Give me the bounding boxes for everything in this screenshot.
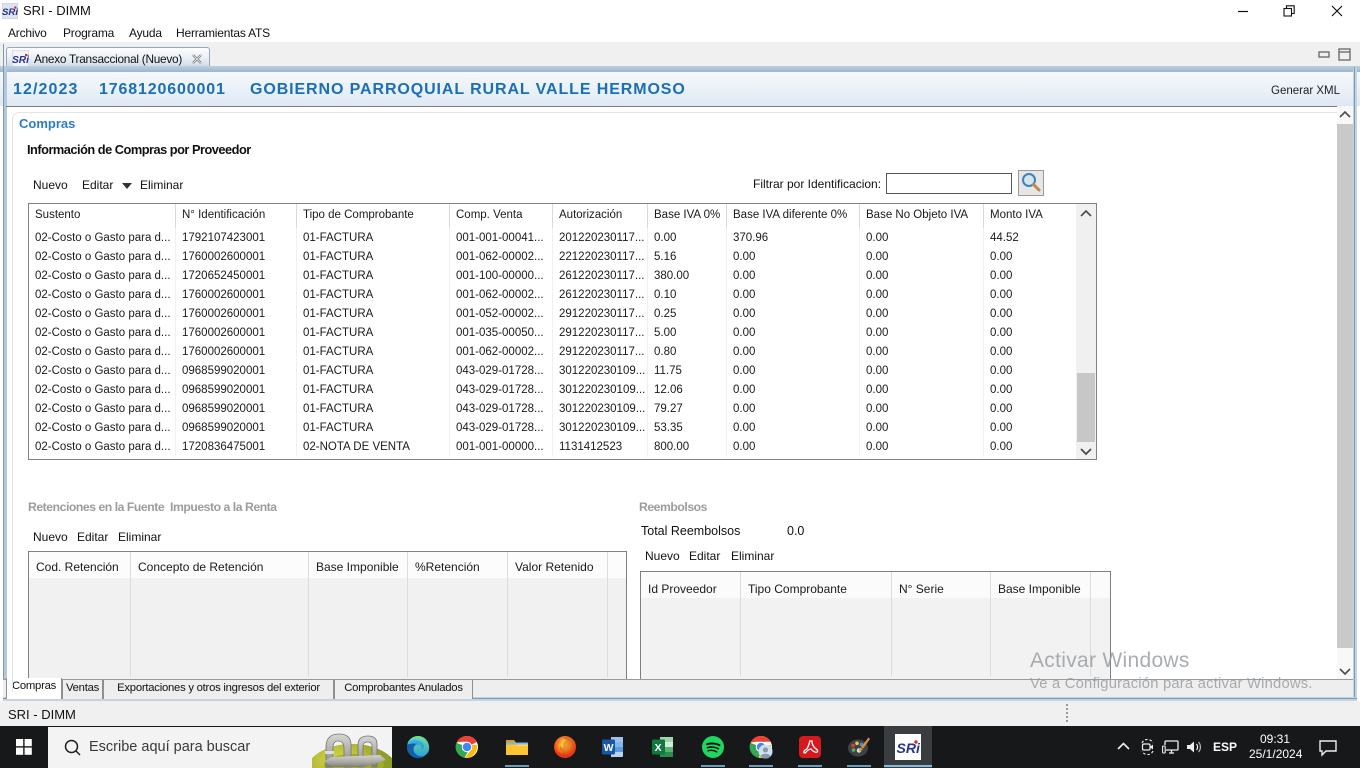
svg-text:SRi: SRi: [12, 55, 29, 66]
svg-text:X: X: [655, 742, 662, 754]
svg-text:W: W: [604, 742, 614, 754]
